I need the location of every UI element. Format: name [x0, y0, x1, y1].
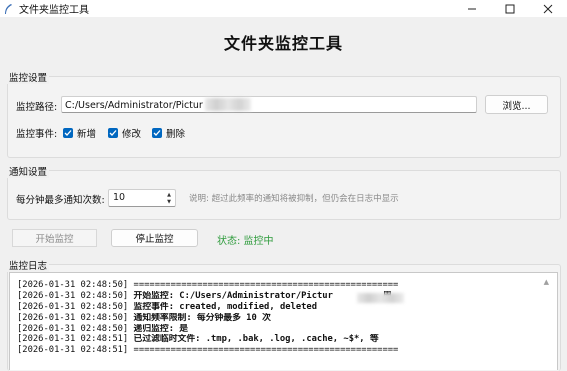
log-line: [2026-01-31 02:48:50] ==================…: [17, 280, 537, 291]
redacted-path: [205, 98, 251, 111]
log-line: [2026-01-31 02:48:50] 递归监控: 是: [17, 324, 537, 335]
event-deleted-checkbox[interactable]: 删除: [152, 126, 185, 140]
log-message: 已过滤临时文件: .tmp, .bak, .log, .cache, ~$*, …: [133, 334, 379, 345]
start-monitor-button[interactable]: 开始监控: [12, 229, 97, 247]
log-label: 监控日志: [7, 258, 50, 272]
log-lines: [2026-01-31 02:48:50] ==================…: [17, 280, 537, 356]
log-time: [2026-01-31 02:48:50]: [17, 312, 129, 323]
spin-up-icon[interactable]: ▲: [164, 191, 174, 198]
monitor-settings-label: 监控设置: [7, 70, 50, 84]
minimize-icon: [468, 8, 476, 9]
window-title: 文件夹监控工具: [19, 5, 89, 16]
minimize-button[interactable]: [453, 0, 491, 17]
app-feather-icon: [5, 3, 12, 14]
max-notify-label: 每分钟最多通知次数:: [16, 195, 105, 206]
event-deleted-label: 删除: [166, 129, 186, 140]
notify-settings-label: 通知设置: [7, 164, 50, 178]
stop-monitor-button[interactable]: 停止监控: [111, 229, 198, 247]
close-button[interactable]: [529, 0, 567, 17]
log-line: [2026-01-31 02:48:51] 已过滤临时文件: .tmp, .ba…: [17, 334, 537, 345]
log-message: ========================================…: [133, 280, 399, 290]
log-message: 监控事件: created, modified, deleted: [133, 301, 318, 312]
max-notify-value: 10: [113, 192, 126, 203]
path-input[interactable]: C:/Users/Administrator/Pictur: [61, 96, 477, 113]
event-modified-label: 修改: [122, 129, 142, 140]
maximize-icon: [505, 4, 515, 13]
max-notify-spinbox[interactable]: 10 ▲ ▼: [108, 189, 176, 207]
monitor-settings-group: [7, 76, 561, 158]
checkbox-checked-icon: [63, 128, 73, 138]
log-time: [2026-01-31 02:48:50]: [17, 323, 129, 334]
log-time: [2026-01-31 02:48:50]: [17, 301, 129, 312]
event-created-checkbox[interactable]: 新增: [63, 126, 96, 140]
checkbox-checked-icon: [152, 128, 162, 138]
event-created-label: 新增: [77, 129, 97, 140]
events-label: 监控事件:: [16, 129, 58, 140]
log-time: [2026-01-31 02:48:51]: [17, 345, 129, 356]
log-time: [2026-01-31 02:48:50]: [17, 290, 129, 301]
close-icon: [543, 4, 553, 13]
status-text: 状态: 监控中: [217, 236, 274, 247]
maximize-button[interactable]: [491, 0, 529, 17]
log-textarea[interactable]: [2026-01-31 02:48:50] ==================…: [9, 272, 558, 370]
log-line: [2026-01-31 02:48:50] 开始监控: C:/Users/Adm…: [17, 291, 537, 302]
checkbox-checked-icon: [108, 128, 118, 138]
log-message: 开始监控: C:/Users/Administrator/Pictur: [133, 290, 333, 301]
log-line: [2026-01-31 02:48:50] 监控事件: created, mod…: [17, 302, 537, 313]
notify-hint: 说明: 超过此频率的通知将被抑制，但仍会在日志中显示: [189, 194, 399, 204]
event-modified-checkbox[interactable]: 修改: [108, 126, 141, 140]
title-bar: 文件夹监控工具: [0, 0, 567, 17]
scroll-up-icon[interactable]: ▲: [544, 278, 549, 286]
browse-button[interactable]: 浏览...: [485, 95, 548, 114]
log-message: 递归监控: 是: [133, 323, 189, 334]
path-value: C:/Users/Administrator/Pictur: [65, 100, 203, 111]
log-time: [2026-01-31 02:48:51]: [17, 334, 129, 345]
path-label: 监控路径:: [16, 102, 58, 113]
page-title: 文件夹监控工具: [223, 34, 343, 53]
log-time: [2026-01-31 02:48:50]: [17, 280, 129, 290]
log-line: [2026-01-31 02:48:51] ==================…: [17, 345, 537, 356]
log-line: [2026-01-31 02:48:50] 通知频率限制: 每分钟最多 10 次: [17, 313, 537, 324]
log-message: ========================================…: [133, 345, 399, 356]
spin-down-icon[interactable]: ▼: [164, 198, 174, 205]
redacted-log-path: [357, 293, 404, 303]
log-message: 通知频率限制: 每分钟最多 10 次: [133, 312, 271, 323]
